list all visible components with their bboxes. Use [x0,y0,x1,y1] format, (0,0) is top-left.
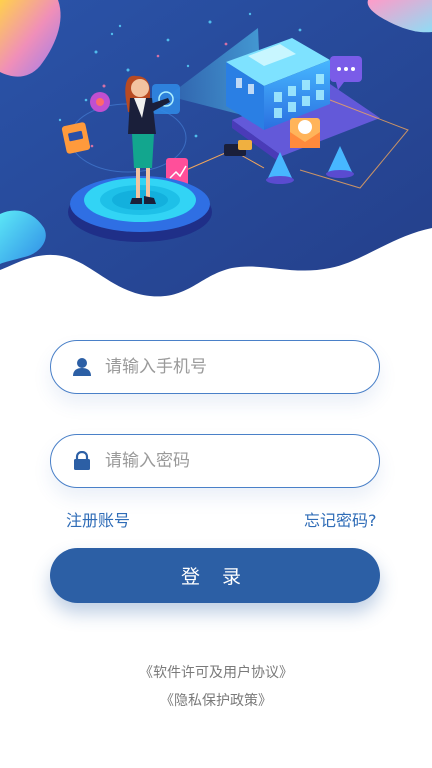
phone-field[interactable] [50,340,380,394]
lock-icon [71,450,93,472]
user-icon [71,356,93,378]
hero-illustration [0,0,432,297]
privacy-policy-link[interactable]: 《隐私保护政策》 [0,690,432,710]
login-button[interactable]: 登 录 [50,548,380,603]
password-input[interactable] [105,451,345,471]
phone-input[interactable] [105,357,345,377]
forgot-password-link[interactable]: 忘记密码? [304,507,377,531]
license-agreement-link[interactable]: 《软件许可及用户协议》 [0,662,432,682]
password-field[interactable] [50,434,380,488]
register-link[interactable]: 注册账号 [66,507,130,531]
